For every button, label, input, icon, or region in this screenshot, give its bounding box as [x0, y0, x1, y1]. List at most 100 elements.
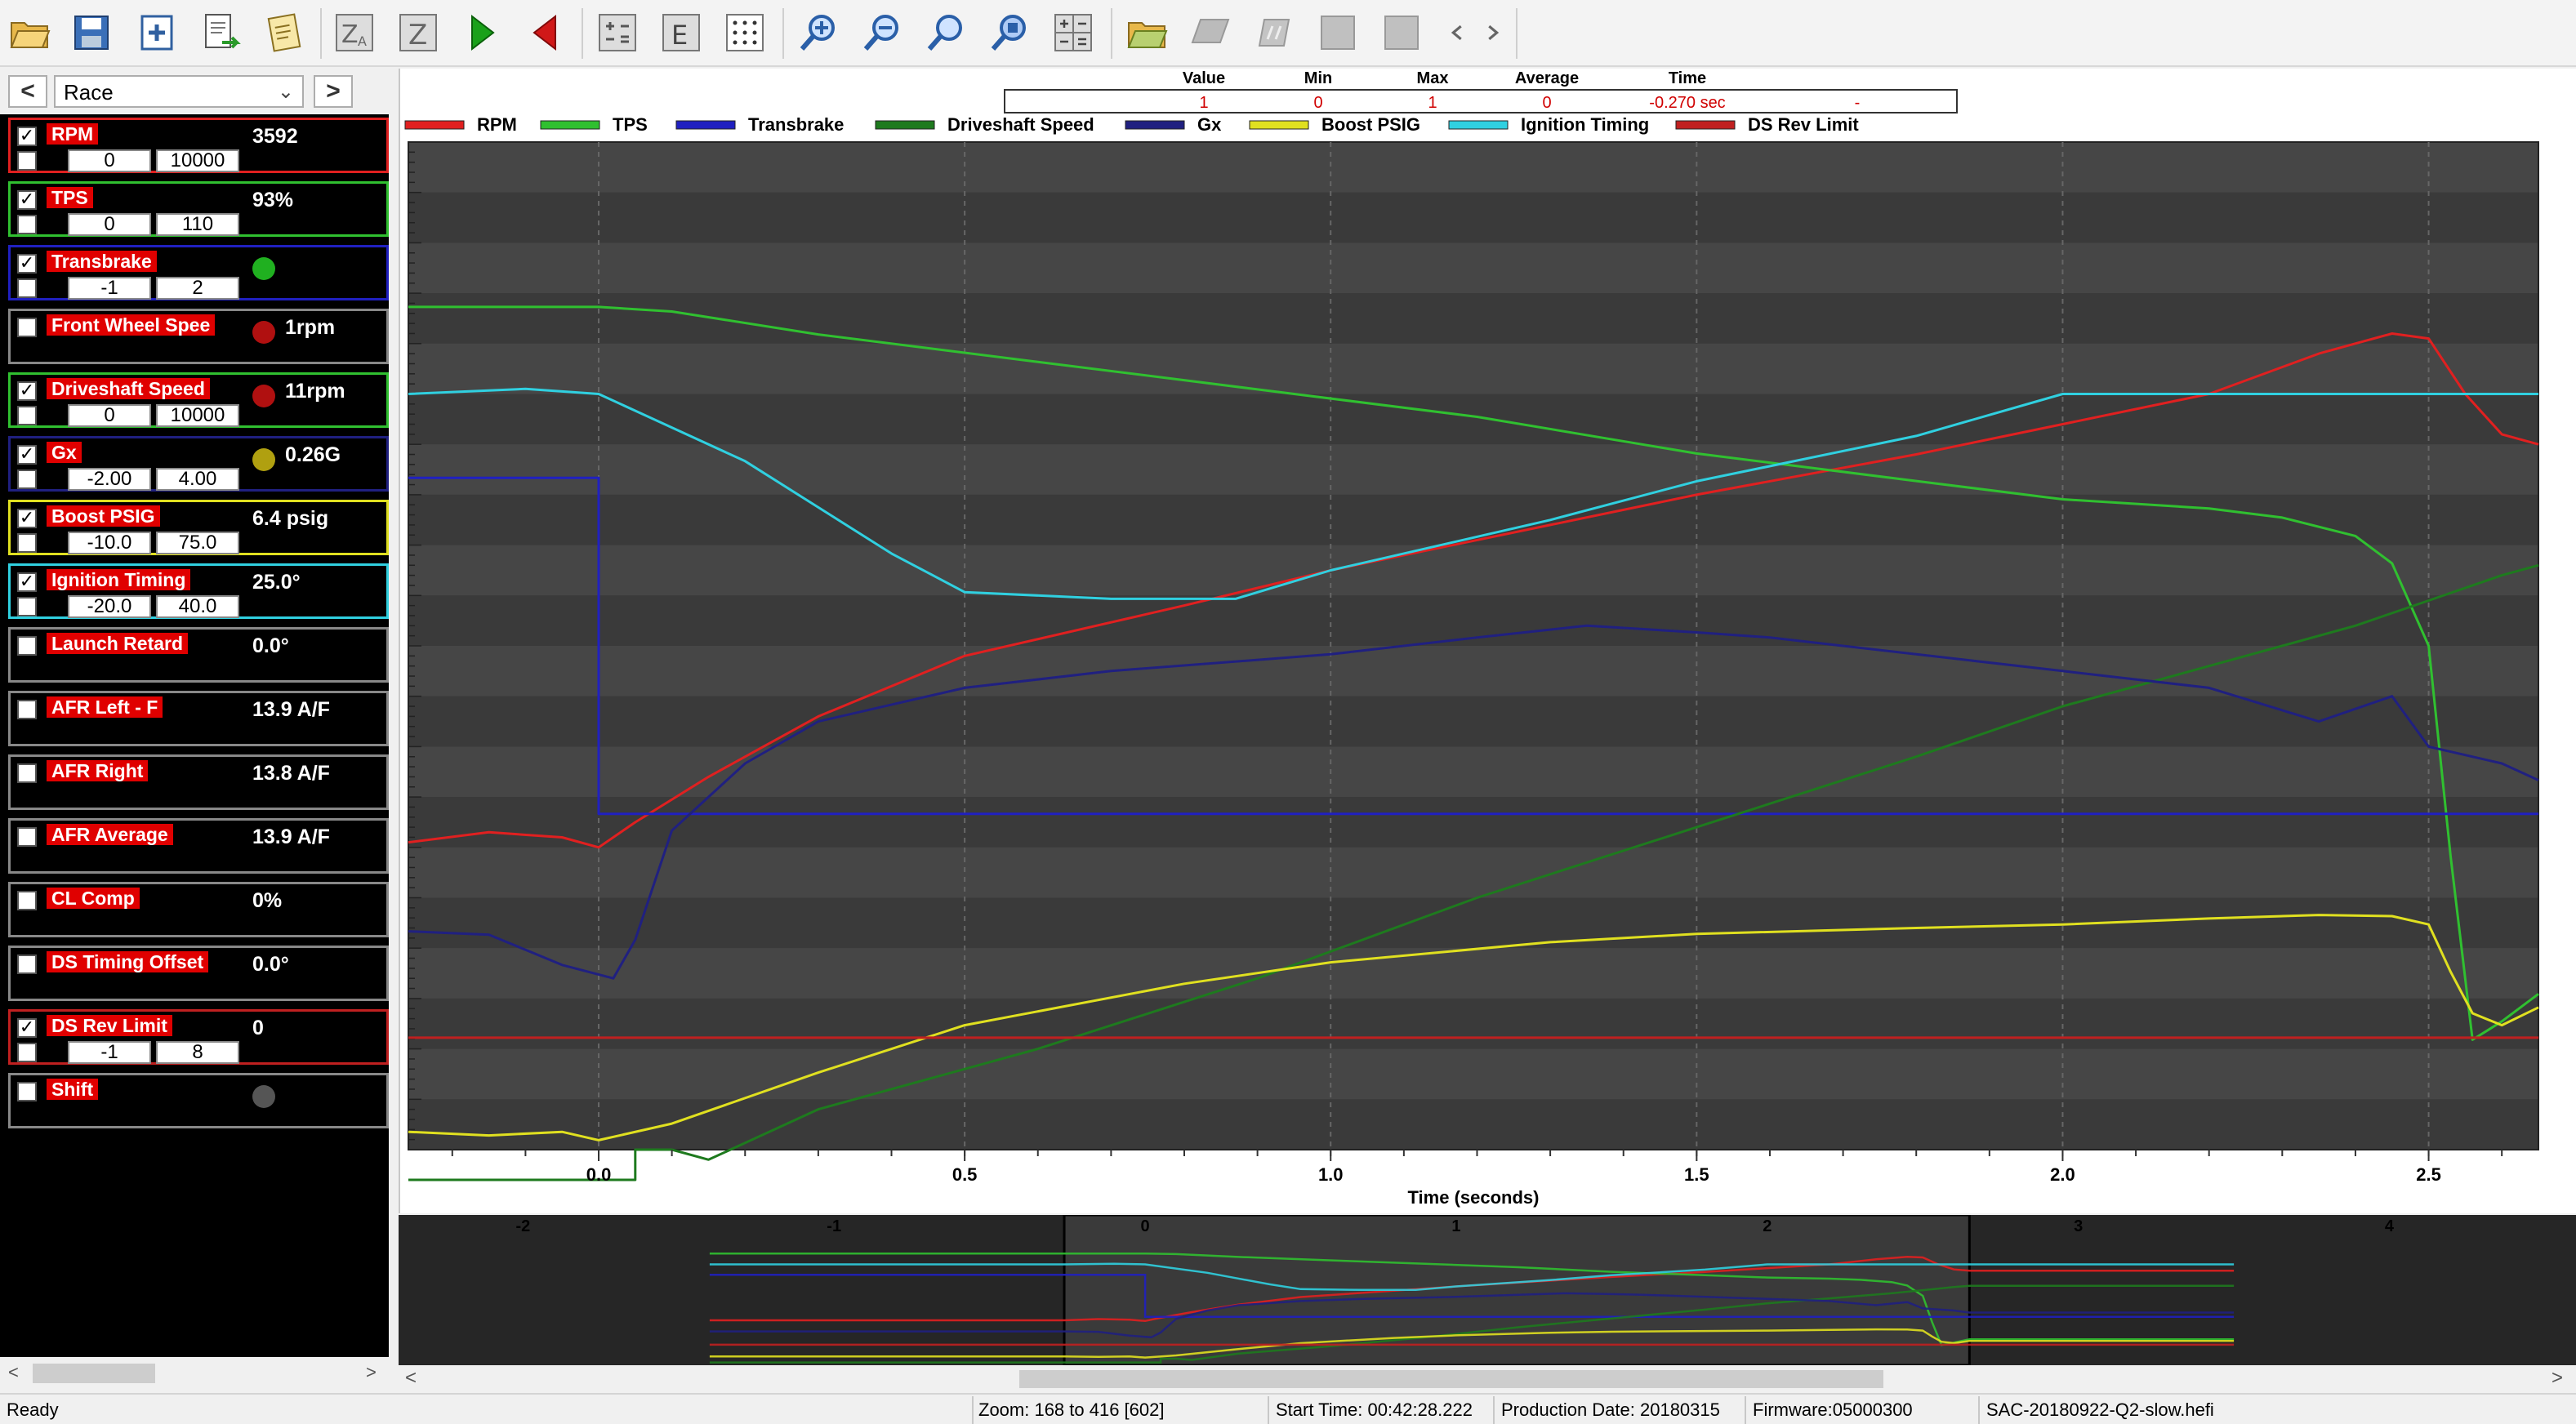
overview-strip[interactable]: -2 -1 0 1 2 3 4 — [399, 1213, 2576, 1367]
status-firmware: Firmware:05000300 — [1753, 1400, 1913, 1420]
channel-cl-comp[interactable]: CL Comp 0% — [8, 882, 389, 937]
channel-min-input[interactable]: 0 — [68, 404, 151, 427]
zoom-fit-icon[interactable] — [920, 7, 972, 59]
channel-visible-checkbox[interactable] — [17, 636, 37, 656]
channel-tps[interactable]: ✓ TPS 93% 0 110 — [8, 181, 389, 237]
main-horizontal-scrollbar[interactable]: < > — [399, 1365, 2576, 1391]
channel-visible-checkbox[interactable] — [17, 827, 37, 847]
channel-min-input[interactable]: -2.00 — [68, 468, 151, 491]
channel-min-input[interactable]: 0 — [68, 149, 151, 172]
channel-gx[interactable]: ✓ Gx 0.26G -2.00 4.00 — [8, 436, 389, 492]
channel-afr-left-f[interactable]: AFR Left - F 13.9 A/F — [8, 691, 389, 746]
channel-ds-rev-limit[interactable]: ✓ DS Rev Limit 0 -1 8 — [8, 1009, 389, 1065]
hscroll-thumb[interactable] — [1019, 1370, 1883, 1388]
save-icon[interactable] — [65, 7, 118, 59]
main-chart-svg[interactable]: Value Min Max Average Time 1 0 1 0 -0.270 sec - RP… — [400, 69, 2576, 1213]
channel-min-input[interactable]: -1 — [68, 277, 151, 300]
channel-scale-checkbox[interactable] — [17, 151, 37, 171]
scroll-left-icon[interactable]: < — [8, 1362, 19, 1383]
zoom-out-icon[interactable] — [856, 7, 908, 59]
preset-next-button[interactable]: > — [314, 75, 353, 108]
open-layout-icon[interactable] — [1121, 7, 1173, 59]
overview-window[interactable] — [1063, 1213, 1971, 1367]
notes-icon[interactable] — [258, 7, 310, 59]
channel-visible-checkbox[interactable]: ✓ — [17, 381, 37, 401]
channel-scale-checkbox[interactable] — [17, 469, 37, 489]
channel-visible-checkbox[interactable]: ✓ — [17, 190, 37, 210]
channel-scale-checkbox[interactable] — [17, 1043, 37, 1062]
channel-afr-right[interactable]: AFR Right 13.8 A/F — [8, 754, 389, 810]
channel-visible-checkbox[interactable] — [17, 955, 37, 974]
zoom-reset-icon[interactable] — [983, 7, 1036, 59]
channel-visible-checkbox[interactable] — [17, 891, 37, 910]
channel-min-input[interactable]: -20.0 — [68, 595, 151, 618]
channel-front-wheel-spee[interactable]: Front Wheel Spee 1rpm — [8, 309, 389, 364]
main-chart[interactable]: Value Min Max Average Time 1 0 1 0 -0.270 sec - RP… — [399, 69, 2576, 1213]
channel-visible-checkbox[interactable] — [17, 1082, 37, 1101]
channel-min-input[interactable]: 0 — [68, 213, 151, 236]
channel-max-input[interactable]: 8 — [156, 1041, 239, 1064]
channel-launch-retard[interactable]: Launch Retard 0.0° — [8, 627, 389, 683]
zoom-in-icon[interactable] — [792, 7, 845, 59]
channel-shift[interactable]: Shift — [8, 1073, 389, 1128]
preset-select[interactable]: Race ⌄ — [54, 75, 304, 108]
edit-icon[interactable]: E — [655, 7, 707, 59]
overview-chart-svg[interactable]: -2 -1 0 1 2 3 4 — [399, 1213, 2576, 1367]
channel-name: RPM — [47, 123, 99, 145]
channel-max-input[interactable]: 2 — [156, 277, 239, 300]
channel-visible-checkbox[interactable] — [17, 318, 37, 337]
channel-max-input[interactable]: 110 — [156, 213, 239, 236]
channel-driveshaft-speed[interactable]: ✓ Driveshaft Speed 11rpm 0 10000 — [8, 372, 389, 428]
sidebar-scroll-thumb[interactable] — [33, 1364, 155, 1383]
zoom-icon[interactable]: Z — [392, 7, 444, 59]
toolbar-scroll-right-icon[interactable] — [1475, 7, 1511, 59]
channel-name: Transbrake — [47, 251, 157, 272]
channel-visible-checkbox[interactable] — [17, 763, 37, 783]
channel-rpm[interactable]: ✓ RPM 3592 0 10000 — [8, 118, 389, 173]
channel-scale-checkbox[interactable] — [17, 215, 37, 234]
channel-name: AFR Left - F — [47, 696, 163, 718]
channel-max-input[interactable]: 4.00 — [156, 468, 239, 491]
channel-visible-checkbox[interactable]: ✓ — [17, 445, 37, 465]
channel-visible-checkbox[interactable] — [17, 700, 37, 719]
cursor-value-table: Value Min Max Average Time 1 0 1 0 -0.270 sec - — [1004, 69, 1958, 113]
channel-visible-checkbox[interactable]: ✓ — [17, 254, 37, 274]
sidebar-scrollbar[interactable]: < > — [0, 1357, 389, 1390]
export-icon[interactable] — [194, 7, 247, 59]
preset-prev-button[interactable]: < — [8, 75, 47, 108]
play-forward-icon[interactable] — [456, 7, 508, 59]
hscroll-left-icon[interactable]: < — [405, 1367, 417, 1390]
channel-ds-timing-offset[interactable]: DS Timing Offset 0.0° — [8, 946, 389, 1001]
channel-min-input[interactable]: -10.0 — [68, 532, 151, 554]
channel-transbrake[interactable]: ✓ Transbrake -1 2 — [8, 245, 389, 300]
channel-scale-checkbox[interactable] — [17, 533, 37, 553]
channel-max-input[interactable]: 75.0 — [156, 532, 239, 554]
channel-max-input[interactable]: 40.0 — [156, 595, 239, 618]
preset-value: Race — [64, 80, 114, 105]
channel-scale-checkbox[interactable] — [17, 597, 37, 616]
play-reverse-icon[interactable] — [519, 7, 572, 59]
zoom-all-icon[interactable]: ZA — [328, 7, 381, 59]
toolbar-scroll-left-icon[interactable] — [1439, 7, 1475, 59]
hscroll-right-icon[interactable]: > — [2551, 1367, 2563, 1390]
channel-visible-checkbox[interactable]: ✓ — [17, 127, 37, 146]
add-file-icon[interactable] — [131, 7, 183, 59]
channel-visible-checkbox[interactable]: ✓ — [17, 572, 37, 592]
channel-max-input[interactable]: 10000 — [156, 149, 239, 172]
calculator-icon[interactable] — [591, 7, 644, 59]
channel-visible-checkbox[interactable]: ✓ — [17, 1018, 37, 1038]
overview-tick-label: -2 — [515, 1217, 530, 1235]
grid-calculator-icon[interactable] — [1047, 7, 1099, 59]
channel-visible-checkbox[interactable]: ✓ — [17, 509, 37, 528]
grid-dots-icon[interactable] — [719, 7, 771, 59]
channel-scale-checkbox[interactable] — [17, 278, 37, 298]
channel-afr-average[interactable]: AFR Average 13.9 A/F — [8, 818, 389, 874]
channel-max-input[interactable]: 10000 — [156, 404, 239, 427]
open-folder-icon[interactable] — [3, 7, 56, 59]
channel-min-input[interactable]: -1 — [68, 1041, 151, 1064]
channel-scale-checkbox[interactable] — [17, 406, 37, 425]
scroll-right-icon[interactable]: > — [366, 1362, 377, 1383]
channel-ignition-timing[interactable]: ✓ Ignition Timing 25.0° -20.0 40.0 — [8, 563, 389, 619]
channel-boost-psig[interactable]: ✓ Boost PSIG 6.4 psig -10.0 75.0 — [8, 500, 389, 555]
cursor-table-header: Max — [1417, 69, 1449, 87]
